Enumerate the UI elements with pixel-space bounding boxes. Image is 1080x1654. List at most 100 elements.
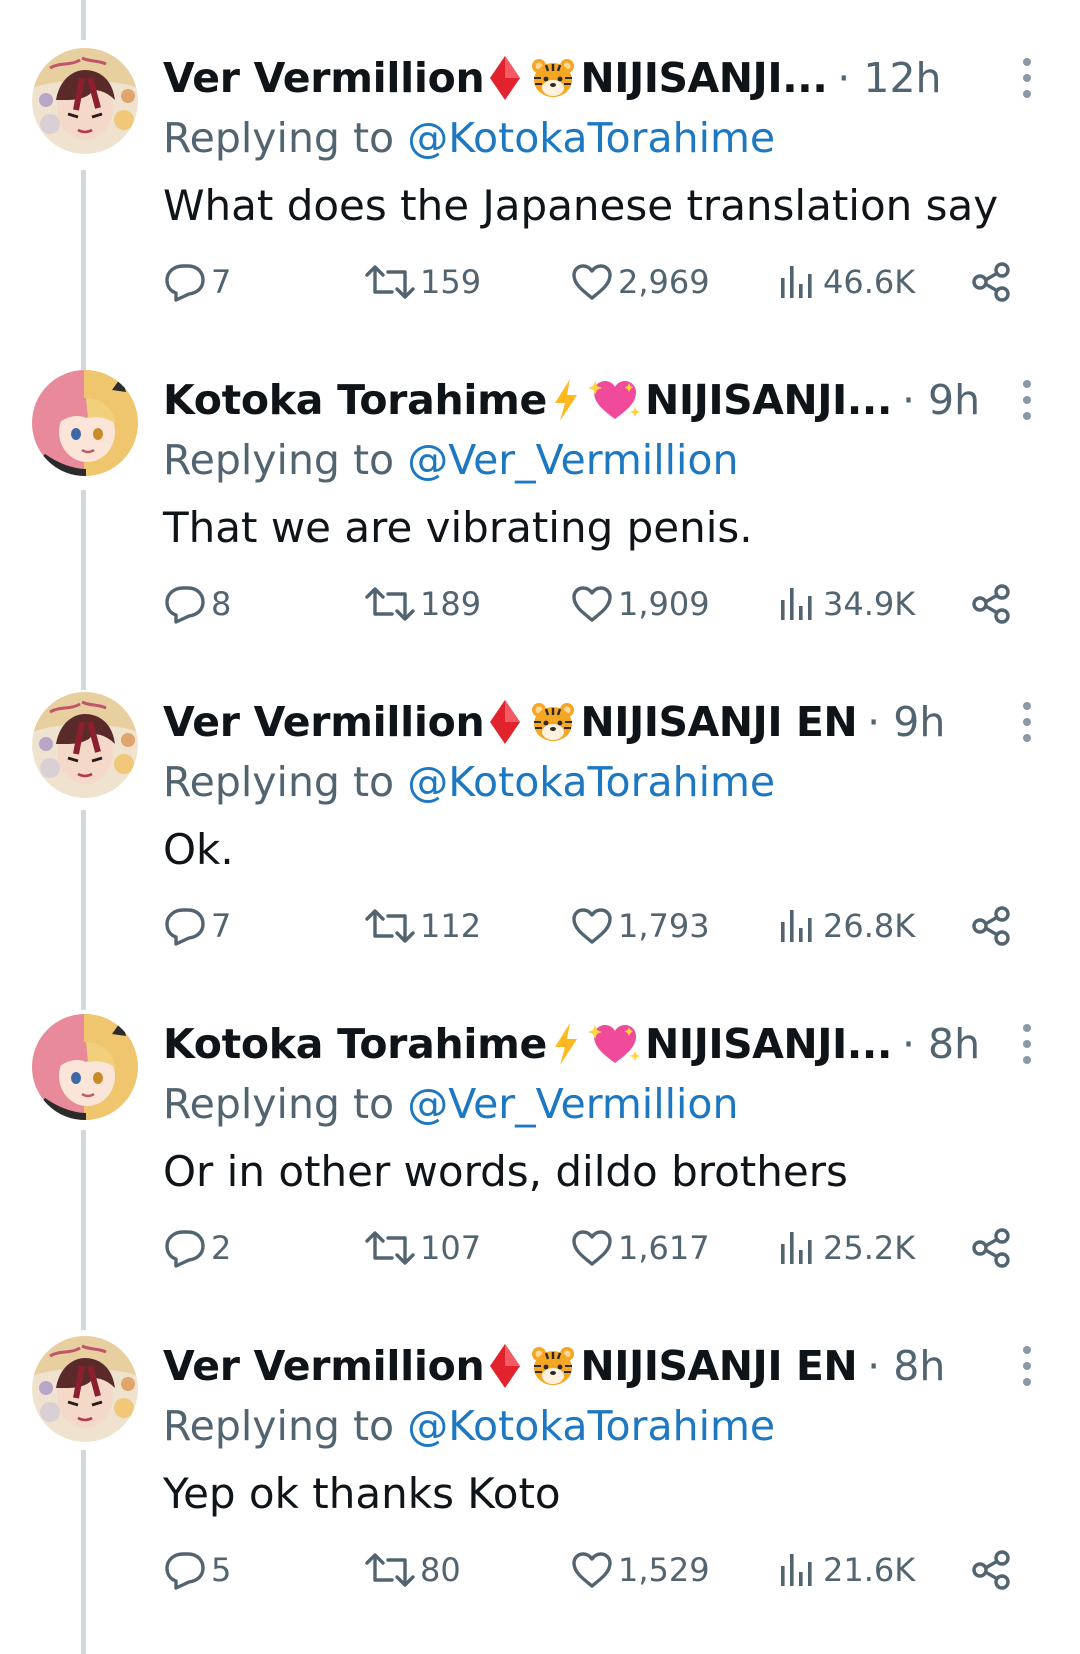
- action-bar: 7 112 1,793 26.8K: [0, 904, 1080, 948]
- display-name[interactable]: Kotoka Torahime: [163, 1020, 547, 1068]
- avatar[interactable]: [32, 370, 138, 476]
- reply-count: 7: [211, 263, 232, 301]
- retweet-button[interactable]: 107: [364, 1226, 481, 1270]
- timestamp[interactable]: · 12h: [837, 54, 941, 102]
- tweet[interactable]: Ver Vermillion NIJISANJI EN · 9h Replying t…: [0, 644, 1080, 966]
- retweet-button[interactable]: 112: [364, 904, 481, 948]
- tweet[interactable]: Ver Vermillion NIJISANJI... · 12h Replying …: [0, 0, 1080, 322]
- reply-thread: Ver Vermillion NIJISANJI... · 12h Replying …: [0, 0, 1080, 1654]
- mention-link[interactable]: @KotokaTorahime: [407, 758, 775, 806]
- reply-button[interactable]: 2: [163, 1226, 231, 1270]
- action-bar: 8 189 1,909 34.9K: [0, 582, 1080, 626]
- retweet-count: 80: [420, 1551, 461, 1589]
- affiliation-name: NIJISANJI EN: [580, 698, 858, 746]
- display-name[interactable]: Ver Vermillion: [163, 698, 485, 746]
- views-button[interactable]: 34.9K: [775, 582, 915, 626]
- share-button[interactable]: [970, 1226, 1018, 1270]
- reply-count: 8: [211, 585, 232, 623]
- share-icon: [970, 261, 1018, 303]
- tweet-text: That we are vibrating penis.: [163, 503, 753, 552]
- retweet-icon: [364, 1228, 420, 1268]
- display-name[interactable]: Ver Vermillion: [163, 54, 485, 102]
- affiliation-name: NIJISANJI...: [645, 376, 892, 424]
- share-button[interactable]: [970, 904, 1018, 948]
- avatar[interactable]: [32, 1014, 138, 1120]
- replying-to-line: Replying to @Ver_Vermillion: [163, 436, 738, 484]
- tweet-text: Yep ok thanks Koto: [163, 1469, 561, 1518]
- views-button[interactable]: 21.6K: [775, 1548, 915, 1592]
- mention-link[interactable]: @KotokaTorahime: [407, 1402, 775, 1450]
- views-count: 46.6K: [823, 263, 916, 301]
- replying-to-label: Replying to: [163, 436, 395, 484]
- share-icon: [970, 583, 1018, 625]
- avatar[interactable]: [32, 1336, 138, 1442]
- reply-button[interactable]: 8: [163, 582, 231, 626]
- timestamp[interactable]: · 8h: [867, 1342, 945, 1390]
- tiger-face-emoji-icon: [530, 1344, 576, 1388]
- share-button[interactable]: [970, 260, 1018, 304]
- views-count: 26.8K: [823, 907, 916, 945]
- timestamp[interactable]: · 9h: [902, 376, 980, 424]
- share-icon: [970, 905, 1018, 947]
- views-icon: [775, 584, 823, 624]
- affiliation-name: NIJISANJI...: [645, 1020, 892, 1068]
- replying-to-label: Replying to: [163, 1080, 395, 1128]
- views-icon: [775, 1228, 823, 1268]
- retweet-button[interactable]: 80: [364, 1548, 461, 1592]
- views-button[interactable]: 26.8K: [775, 904, 915, 948]
- views-button[interactable]: 25.2K: [775, 1226, 915, 1270]
- display-name[interactable]: Ver Vermillion: [163, 1342, 485, 1390]
- avatar[interactable]: [32, 48, 138, 154]
- retweet-count: 112: [420, 907, 482, 945]
- replying-to-label: Replying to: [163, 1402, 395, 1450]
- more-icon[interactable]: [1020, 1346, 1034, 1386]
- like-button[interactable]: 1,793: [570, 904, 710, 948]
- views-button[interactable]: 46.6K: [775, 260, 915, 304]
- red-diamond-emoji-icon: [488, 698, 522, 746]
- timestamp[interactable]: · 9h: [867, 698, 945, 746]
- tweet[interactable]: Kotoka Torahime NIJISANJI... · 8h Replying …: [0, 966, 1080, 1288]
- sparkling-heart-emoji-icon: [589, 1021, 641, 1067]
- display-name[interactable]: Kotoka Torahime: [163, 376, 547, 424]
- timestamp[interactable]: · 8h: [902, 1020, 980, 1068]
- like-count: 2,969: [618, 263, 710, 301]
- replying-to-label: Replying to: [163, 114, 395, 162]
- avatar[interactable]: [32, 692, 138, 798]
- action-bar: 2 107 1,617 25.2K: [0, 1226, 1080, 1270]
- tiger-face-emoji-icon: [530, 56, 576, 100]
- like-button[interactable]: 2,969: [570, 260, 710, 304]
- more-icon[interactable]: [1020, 1024, 1034, 1064]
- retweet-button[interactable]: 189: [364, 582, 481, 626]
- more-icon[interactable]: [1020, 380, 1034, 420]
- like-count: 1,793: [618, 907, 710, 945]
- tweet-header: Kotoka Torahime NIJISANJI... · 8h: [163, 1018, 980, 1070]
- share-button[interactable]: [970, 582, 1018, 626]
- red-diamond-emoji-icon: [488, 54, 522, 102]
- reply-count: 2: [211, 1229, 232, 1267]
- reply-button[interactable]: 5: [163, 1548, 231, 1592]
- like-button[interactable]: 1,617: [570, 1226, 710, 1270]
- retweet-icon: [364, 906, 420, 946]
- tweet[interactable]: Ver Vermillion NIJISANJI EN · 8h Replying t…: [0, 1288, 1080, 1610]
- tweet[interactable]: Kotoka Torahime NIJISANJI... · 9h Replying …: [0, 322, 1080, 644]
- reply-count: 7: [211, 907, 232, 945]
- heart-icon: [570, 906, 618, 946]
- like-button[interactable]: 1,909: [570, 582, 710, 626]
- lightning-emoji-icon: [551, 377, 581, 423]
- like-button[interactable]: 1,529: [570, 1548, 710, 1592]
- retweet-button[interactable]: 159: [364, 260, 481, 304]
- mention-link[interactable]: @Ver_Vermillion: [407, 1080, 738, 1128]
- reply-icon: [163, 262, 211, 302]
- reply-button[interactable]: 7: [163, 904, 231, 948]
- more-icon[interactable]: [1020, 702, 1034, 742]
- replying-to-line: Replying to @KotokaTorahime: [163, 1402, 775, 1450]
- reply-button[interactable]: 7: [163, 260, 231, 304]
- lightning-emoji-icon: [551, 1021, 581, 1067]
- heart-icon: [570, 584, 618, 624]
- more-icon[interactable]: [1020, 58, 1034, 98]
- mention-link[interactable]: @Ver_Vermillion: [407, 436, 738, 484]
- share-button[interactable]: [970, 1548, 1018, 1592]
- mention-link[interactable]: @KotokaTorahime: [407, 114, 775, 162]
- reply-icon: [163, 584, 211, 624]
- affiliation-name: NIJISANJI EN: [580, 1342, 858, 1390]
